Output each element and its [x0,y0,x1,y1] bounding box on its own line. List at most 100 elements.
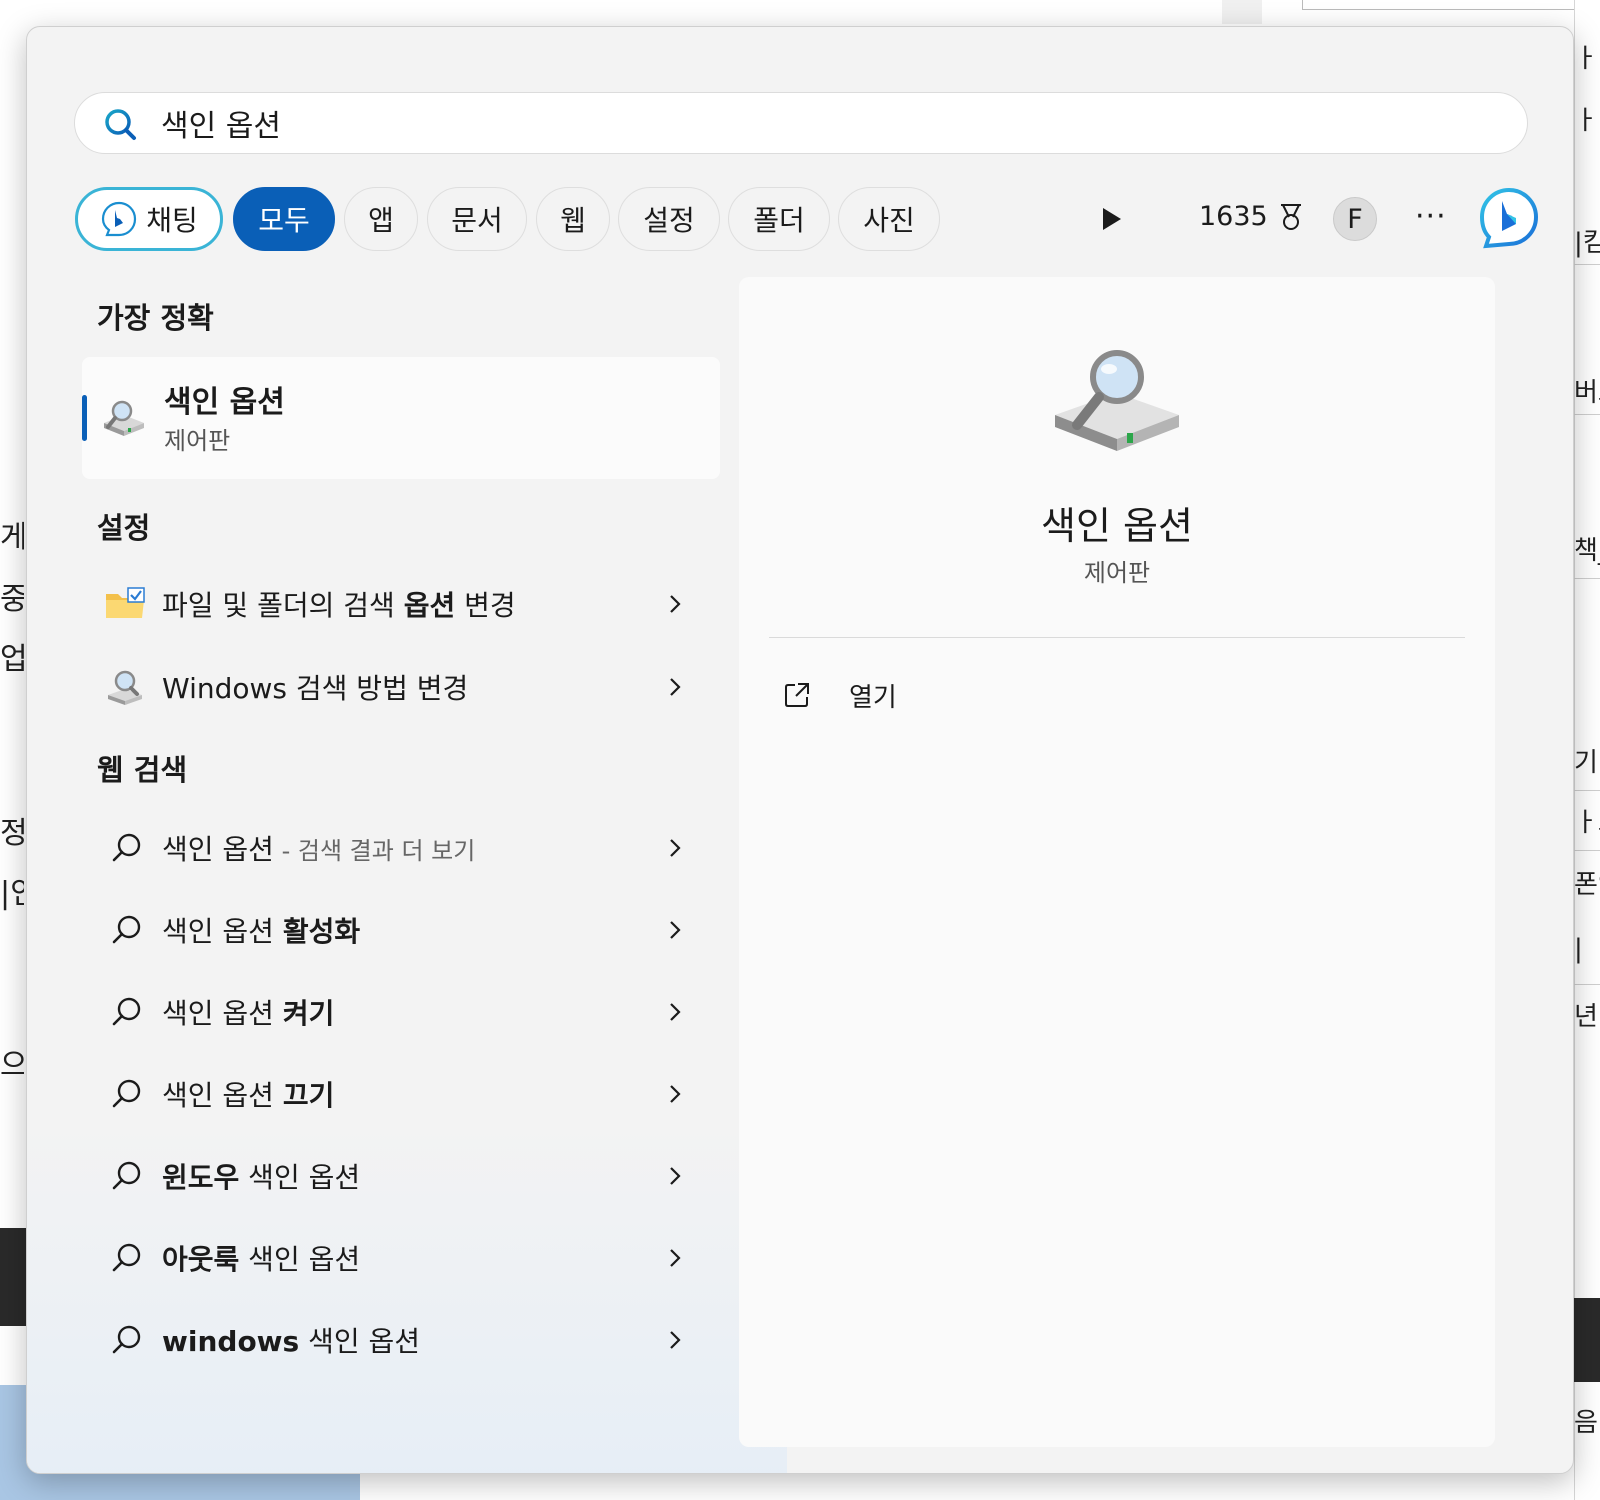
rewards-points[interactable]: 1635 [1199,201,1306,232]
filter-chip-settings[interactable]: 설정 [618,187,720,251]
bing-chat-icon [102,201,137,237]
preview-divider [769,637,1465,638]
background-text: 책_ [1574,536,1600,566]
settings-heading: 설정 [97,511,151,545]
filter-chip-photos[interactable]: 사진 [838,187,940,251]
background-text: 년 [1574,1002,1598,1032]
open-external-icon [785,683,809,707]
chevron-right-icon [670,678,681,696]
background-text: 으 [0,1048,24,1083]
chevron-right-icon [670,1331,681,1349]
background-dark-band [1574,1298,1600,1382]
background-text: ㅏ [1574,44,1598,74]
chevron-right-icon [670,921,681,939]
chat-chip-label: 채팅 [146,204,198,237]
settings-result-label: 파일 및 폴더의 검색 옵션 변경 [162,589,516,622]
filter-chip-folders[interactable]: 폴더 [728,187,830,251]
chevron-right-icon [670,839,681,857]
filter-chip-documents[interactable]: 문서 [427,187,527,251]
background-line [1574,850,1600,851]
web-search-heading: 웹 검색 [97,753,188,787]
background-text: 정 [0,816,24,851]
background-text: |인 [0,876,24,911]
more-options-button[interactable]: ··· [1415,199,1447,234]
chevron-right-icon [670,1085,681,1103]
indexing-options-icon [104,400,144,436]
settings-result-folder-options[interactable]: 파일 및 폴더의 검색 옵션 변경 [82,567,720,641]
windows-search-panel: 채팅 모두 앱 문서 웹 설정 폴더 사진 1635 F ··· [26,26,1574,1474]
background-divider [1222,0,1262,24]
background-text: ㅏ [1574,106,1598,136]
web-result-label: 색인 옵션 끄기 [162,1079,335,1112]
preview-pane: 색인 옵션 제어판 열기 [739,277,1495,1447]
filter-chip-apps[interactable]: 앱 [344,187,418,251]
folder-options-icon [106,587,145,618]
web-result-label: 색인 옵션 - 검색 결과 더 보기 [162,833,476,866]
web-result-label: 아웃룩 색인 옵션 [162,1243,361,1276]
web-result[interactable]: 색인 옵션 켜기 [82,975,720,1049]
search-icon [112,1325,141,1354]
background-line [1574,578,1600,579]
background-text: ㅏ드 [1574,808,1600,838]
preview-title: 색인 옵션 [1041,504,1193,548]
search-icon [112,1243,141,1272]
preview-subtitle: 제어판 [1083,559,1151,587]
background-text: 음 [1574,1408,1598,1438]
search-settings-icon [108,670,142,705]
rewards-medal-icon [1280,203,1301,230]
web-result-label: 윈도우 색인 옵션 [162,1161,361,1194]
background-text: 중 [0,582,24,617]
search-input[interactable] [161,101,1461,145]
background-text: | [1574,934,1583,964]
open-action-label: 열기 [849,683,897,713]
filter-bar: 채팅 모두 앱 문서 웹 설정 폴더 사진 1635 F ··· [75,187,1545,251]
search-box[interactable] [74,92,1528,154]
best-match-title: 색인 옵션 [164,385,285,420]
background-line [1574,264,1600,265]
search-icon [112,915,141,944]
chevron-right-icon [670,1167,681,1185]
points-value: 1635 [1199,201,1268,232]
web-result-label: 색인 옵션 켜기 [162,997,335,1030]
chevron-right-icon [670,1003,681,1021]
web-result[interactable]: 색인 옵션 끄기 [82,1057,720,1131]
background-text: 버고 [1574,378,1600,408]
web-result[interactable]: 색인 옵션 - 검색 결과 더 보기 [82,811,720,885]
web-result[interactable]: 색인 옵션 활성화 [82,893,720,967]
filter-chip-all[interactable]: 모두 [233,187,335,251]
search-icon [112,833,141,862]
web-result[interactable]: 윈도우 색인 옵션 [82,1139,720,1213]
best-match-subtitle: 제어판 [164,427,231,455]
open-action[interactable]: 열기 [783,673,1083,717]
user-avatar[interactable]: F [1333,197,1377,241]
web-result[interactable]: windows 색인 옵션 [82,1303,720,1377]
background-text: 기 [1574,748,1598,778]
chevron-right-icon [670,1249,681,1267]
background-text: 업 [0,642,24,677]
chevron-right-icon [670,595,681,613]
background-text: |킴 [1574,228,1600,258]
filter-chip-web[interactable]: 웹 [536,187,610,251]
more-filters-play-icon[interactable] [1098,205,1124,233]
bing-icon[interactable] [1478,187,1540,249]
chat-chip[interactable]: 채팅 [75,187,223,251]
web-result-label: windows 색인 옵션 [162,1325,421,1358]
best-match-result[interactable]: 색인 옵션 제어판 [82,357,720,479]
background-topbar [1302,0,1600,10]
web-result[interactable]: 아웃룩 색인 옵션 [82,1221,720,1295]
background-text: 게 [0,520,24,555]
indexing-options-icon [1055,350,1179,451]
search-icon [105,109,136,140]
web-result-label: 색인 옵션 활성화 [162,915,361,948]
search-icon [112,997,141,1026]
search-icon [112,1161,141,1190]
background-line [1574,984,1600,985]
settings-result-search-method[interactable]: Windows 검색 방법 변경 [82,650,720,724]
background-line [1574,414,1600,415]
search-icon [112,1079,141,1108]
selection-indicator [82,395,87,441]
best-match-heading: 가장 정확 [97,301,214,335]
background-line [1574,790,1600,791]
background-text: 폰인 [1574,870,1600,900]
background-dark-band [0,1228,26,1326]
